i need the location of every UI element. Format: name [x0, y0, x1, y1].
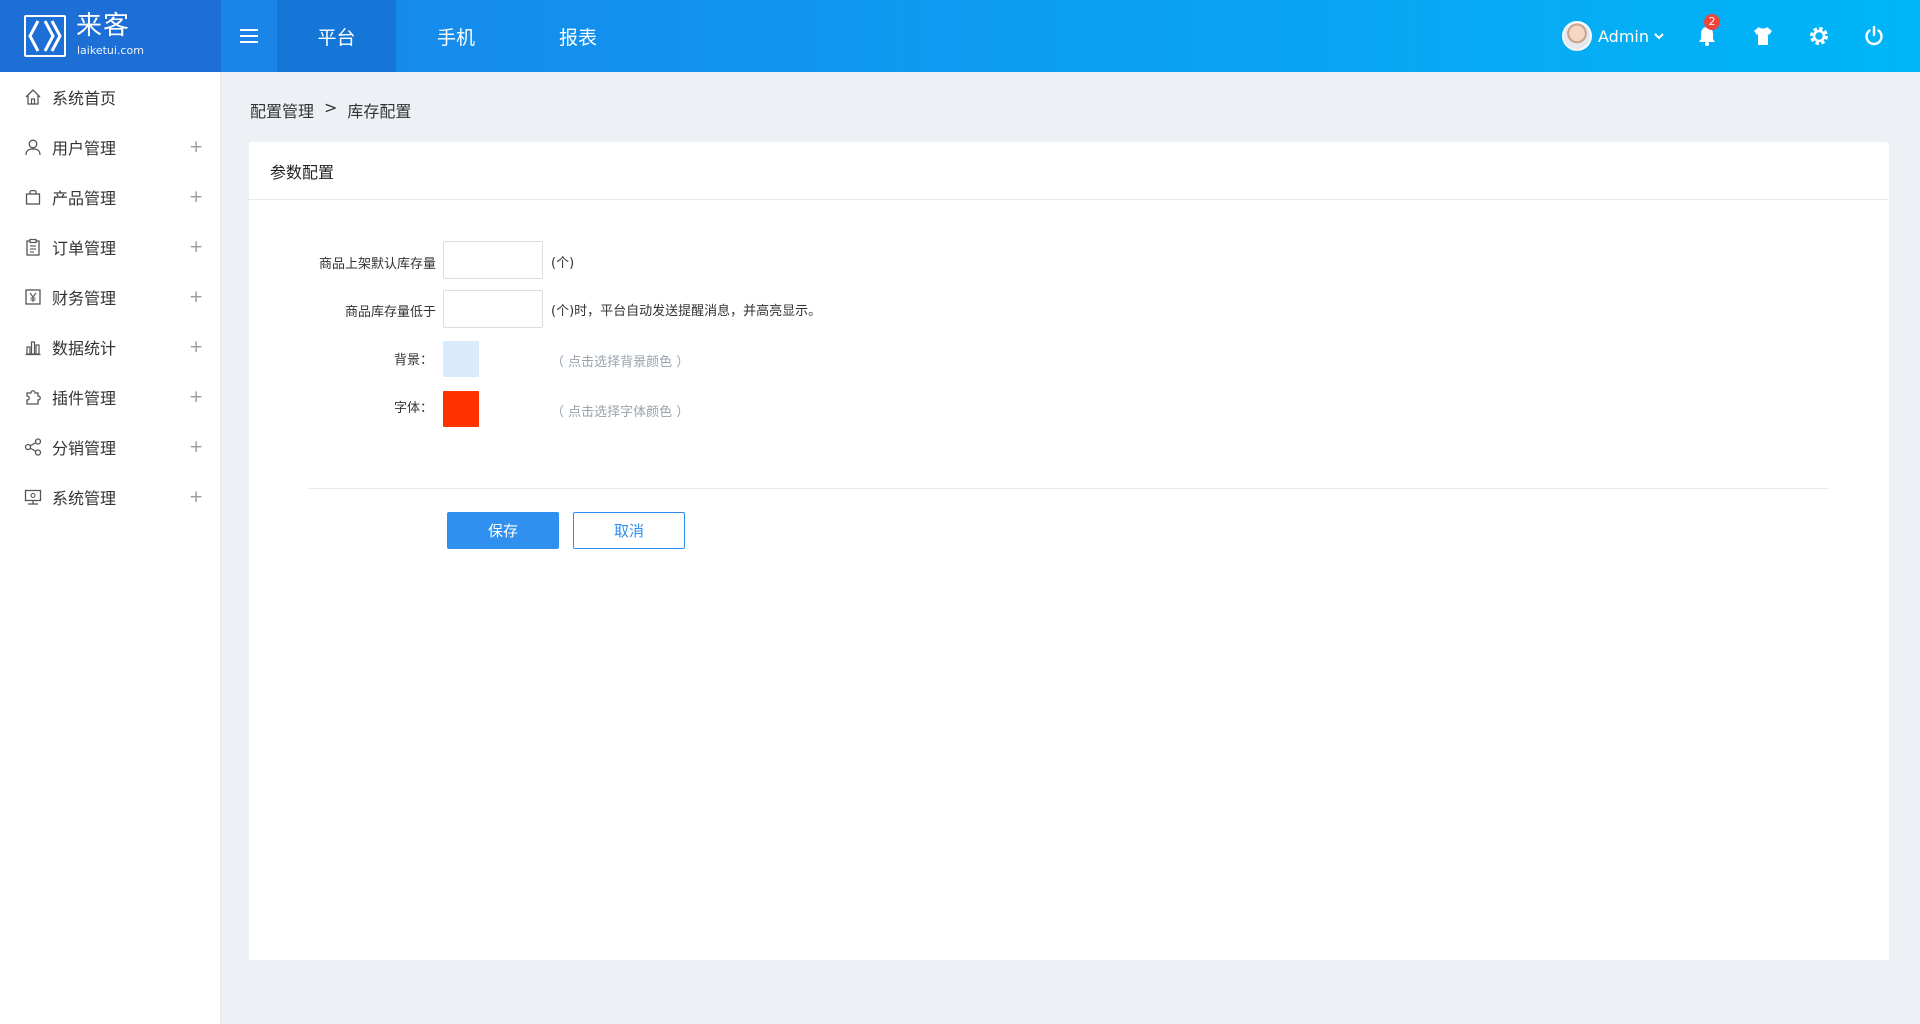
- breadcrumb-separator: >: [324, 98, 338, 117]
- expand-icon[interactable]: +: [189, 387, 203, 407]
- logout-button[interactable]: [1860, 22, 1888, 50]
- save-button[interactable]: 保存: [447, 512, 559, 549]
- user-name: Admin: [1598, 26, 1649, 46]
- font-color-swatch[interactable]: [443, 391, 479, 427]
- default-stock-label: 商品上架默认库存量: [318, 257, 436, 272]
- sidebar-item-system[interactable]: 系统管理 +: [0, 472, 221, 522]
- sidebar-item-orders[interactable]: 订单管理 +: [0, 222, 221, 272]
- sidebar-item-home[interactable]: 系统首页: [0, 72, 221, 122]
- font-color-label: 字体：: [393, 401, 433, 416]
- sidebar-item-label: 系统首页: [52, 89, 117, 108]
- sidebar-item-label: 订单管理: [52, 239, 117, 258]
- breadcrumb-current: 库存配置: [347, 102, 412, 121]
- home-icon: [25, 89, 41, 105]
- sidebar-item-plugins[interactable]: 插件管理 +: [0, 372, 221, 422]
- brand-logo[interactable]: 来客 laiketui.com: [0, 0, 221, 72]
- user-icon: [25, 139, 41, 156]
- sidebar-item-label: 财务管理: [52, 289, 117, 308]
- theme-button[interactable]: [1749, 22, 1777, 50]
- puzzle-icon: [26, 390, 41, 405]
- form-divider: [309, 488, 1829, 489]
- brand-url: laiketui.com: [77, 44, 144, 57]
- sidebar-item-statistics[interactable]: 数据统计 +: [0, 322, 221, 372]
- low-stock-label: 商品库存量低于: [344, 305, 436, 320]
- low-stock-input[interactable]: [443, 290, 543, 328]
- sidebar-item-users[interactable]: 用户管理 +: [0, 122, 221, 172]
- share-icon: [24, 438, 42, 456]
- bag-icon: [25, 189, 41, 205]
- sidebar: 系统首页 用户管理 + 产品管理 + 订单管理 + 财务管理 + 数据统计 + …: [0, 72, 221, 1024]
- background-color-hint[interactable]: （ 点击选择背景颜色 ）: [551, 351, 689, 370]
- sidebar-item-label: 插件管理: [52, 389, 117, 408]
- top-header: 来客 laiketui.com 平台 手机 报表 Admin 2: [0, 0, 1920, 72]
- shirt-icon: [1754, 27, 1772, 45]
- expand-icon[interactable]: +: [189, 487, 203, 507]
- breadcrumb-parent[interactable]: 配置管理: [250, 98, 314, 122]
- expand-icon[interactable]: +: [189, 287, 203, 307]
- default-stock-input[interactable]: [443, 241, 543, 279]
- tab-mobile[interactable]: 手机: [396, 0, 516, 72]
- sidebar-item-label: 系统管理: [52, 489, 117, 508]
- menu-icon: [240, 29, 258, 43]
- avatar: [1562, 21, 1592, 51]
- expand-icon[interactable]: +: [189, 137, 203, 157]
- background-color-swatch[interactable]: [443, 341, 479, 377]
- yen-icon: [25, 289, 41, 305]
- sidebar-item-finance[interactable]: 财务管理 +: [0, 272, 221, 322]
- background-color-label: 背景：: [393, 353, 433, 368]
- notification-badge: 2: [1704, 14, 1720, 30]
- logo-mark-icon: [24, 15, 66, 57]
- expand-icon[interactable]: +: [189, 187, 203, 207]
- brand-name: 来客: [76, 11, 131, 41]
- power-icon: [1865, 25, 1883, 46]
- sidebar-item-distribution[interactable]: 分销管理 +: [0, 422, 221, 472]
- font-color-hint[interactable]: （ 点击选择字体颜色 ）: [551, 401, 689, 420]
- sidebar-item-label: 分销管理: [52, 439, 117, 458]
- gear-icon: [1810, 27, 1828, 45]
- sidebar-item-label: 数据统计: [52, 339, 117, 358]
- cancel-button[interactable]: 取消: [573, 512, 685, 549]
- expand-icon[interactable]: +: [189, 437, 203, 457]
- clipboard-icon: [26, 238, 40, 256]
- user-menu[interactable]: Admin: [1562, 0, 1665, 72]
- expand-icon[interactable]: +: [189, 337, 203, 357]
- sidebar-item-products[interactable]: 产品管理 +: [0, 172, 221, 222]
- tab-reports[interactable]: 报表: [516, 0, 640, 72]
- panel-title: 参数配置: [249, 142, 1889, 200]
- default-stock-unit: (个): [551, 256, 575, 271]
- bar-chart-icon: [25, 341, 41, 356]
- tab-platform[interactable]: 平台: [277, 0, 396, 72]
- sidebar-item-label: 产品管理: [52, 189, 117, 208]
- low-stock-note: (个)时，平台自动发送提醒消息，并高亮显示。: [551, 304, 822, 319]
- chevron-down-icon: [1654, 33, 1664, 40]
- monitor-icon: [24, 489, 42, 505]
- breadcrumb: 配置管理 > 库存配置: [250, 98, 411, 122]
- settings-button[interactable]: [1805, 22, 1833, 50]
- menu-toggle-button[interactable]: [221, 0, 277, 72]
- sidebar-item-label: 用户管理: [52, 139, 117, 158]
- expand-icon[interactable]: +: [189, 237, 203, 257]
